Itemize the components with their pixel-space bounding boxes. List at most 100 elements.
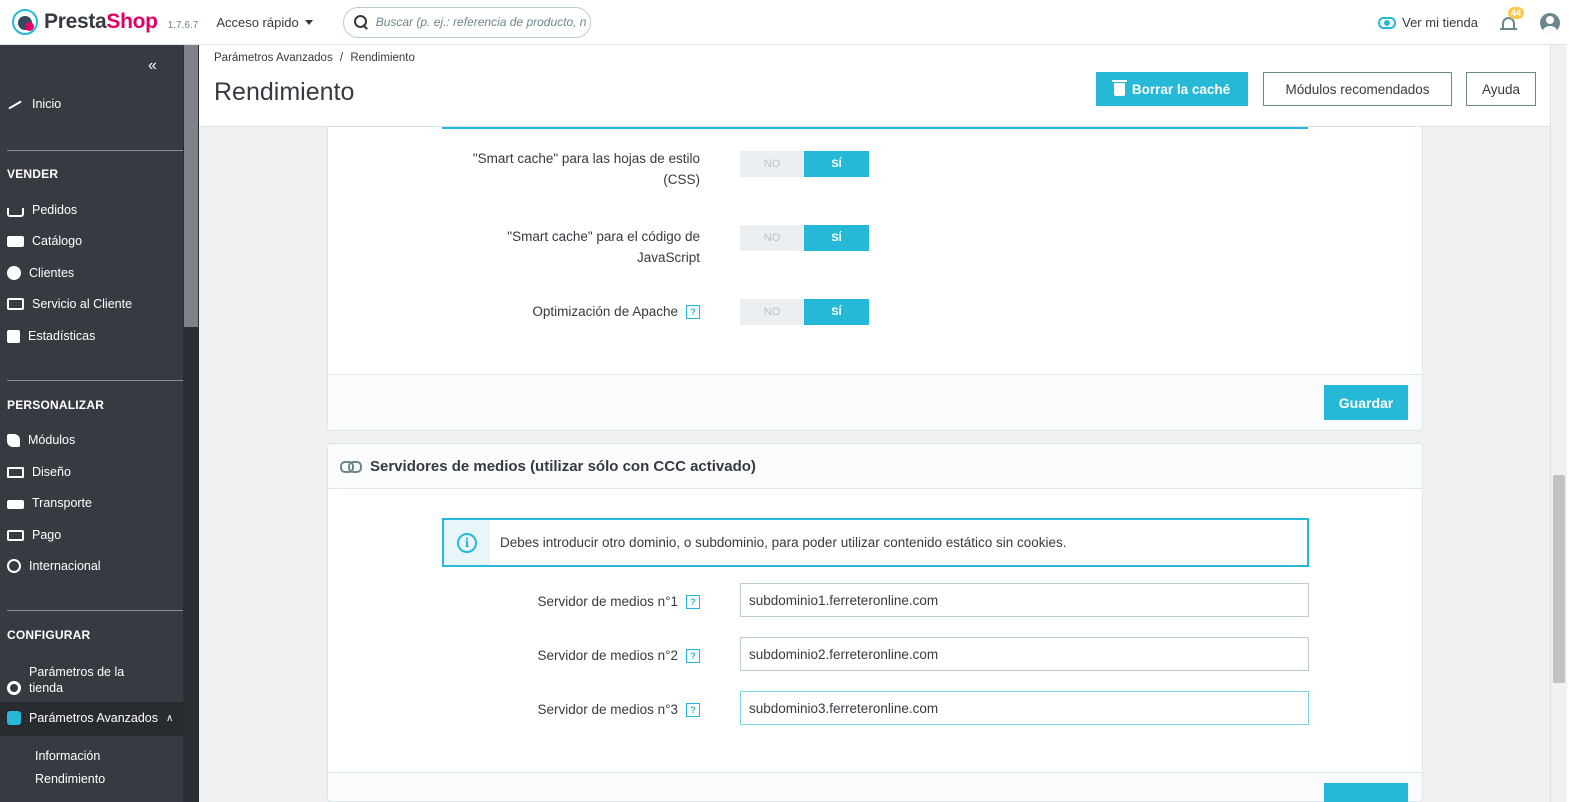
monitor-icon [7, 466, 24, 478]
trending-up-icon [7, 97, 24, 111]
page-title: Rendimiento [214, 78, 355, 106]
media-servers-title: Servidores de medios (utilizar sólo con … [370, 457, 756, 475]
sidebar-item-advanced-parameters[interactable]: Parámetros Avanzados ∧ [7, 711, 183, 725]
prestashop-logo[interactable]: PrestaShop [12, 9, 158, 35]
eye-icon [1378, 16, 1397, 29]
divider [7, 610, 183, 611]
alert-icon-area: i [444, 520, 490, 565]
media-server-3-input[interactable] [740, 691, 1309, 725]
advanced-settings-icon [7, 711, 21, 725]
sidebar-item-design[interactable]: Diseño [7, 465, 71, 479]
apache-optimization-label: Optimización de Apache? [400, 301, 700, 322]
media-server-2-label: Servidor de medios n°2? [400, 645, 700, 666]
user-avatar-icon[interactable] [1540, 12, 1560, 33]
globe-icon [7, 559, 21, 573]
sidebar-item-shop-parameters[interactable]: Parámetros de la tienda [7, 664, 137, 696]
media-servers-panel-header: Servidores de medios (utilizar sólo con … [328, 444, 1422, 489]
window-edge [1567, 0, 1592, 802]
search-icon [353, 15, 368, 29]
switch-no-option[interactable]: NO [740, 225, 804, 251]
page-scrollbar[interactable] [1550, 45, 1567, 802]
save-button-partial[interactable] [1324, 783, 1408, 802]
chat-icon [7, 298, 24, 310]
section-title-sell: VENDER [7, 167, 59, 181]
section-title-customize: PERSONALIZAR [7, 398, 105, 412]
prestashop-logo-icon [12, 9, 38, 35]
help-question-icon[interactable]: ? [686, 305, 700, 320]
media-server-1-input[interactable] [740, 583, 1309, 617]
account-circle-icon [7, 266, 21, 280]
gear-icon [7, 681, 21, 695]
switch-yes-option[interactable]: SÍ [804, 299, 869, 325]
notifications-button[interactable]: 44 [1500, 6, 1525, 33]
link-icon [340, 461, 362, 473]
smart-cache-js-switch[interactable]: NO SÍ [740, 225, 869, 251]
help-question-icon[interactable]: ? [686, 703, 700, 718]
help-button[interactable]: Ayuda [1466, 72, 1536, 106]
help-question-icon[interactable]: ? [686, 595, 700, 610]
switch-yes-option[interactable]: SÍ [804, 151, 869, 177]
search-box[interactable] [342, 6, 591, 38]
sidebar-subitem-information[interactable]: Información [35, 749, 100, 763]
smart-cache-css-label: "Smart cache" para las hojas de estilo (… [472, 151, 700, 187]
sidebar-item-customers[interactable]: Clientes [7, 266, 74, 280]
sidebar-scroll-thumb[interactable] [184, 45, 198, 327]
media-server-3-label: Servidor de medios n°3? [400, 699, 700, 720]
sidebar-item-home[interactable]: Inicio [7, 97, 61, 111]
sidebar-item-payment[interactable]: Pago [7, 528, 61, 542]
content-area: "Smart cache" para las hojas de estilo (… [199, 117, 1550, 802]
media-server-1-label: Servidor de medios n°1? [400, 591, 700, 612]
section-title-configure: CONFIGURAR [7, 628, 91, 642]
sidebar-item-international[interactable]: Internacional [7, 559, 101, 573]
sidebar-item-modules[interactable]: Módulos [7, 433, 75, 447]
breadcrumb-current: Rendimiento [350, 52, 415, 64]
store-icon [7, 235, 24, 247]
switch-yes-option[interactable]: SÍ [804, 225, 869, 251]
sidebar-subitem-performance[interactable]: Rendimiento [35, 772, 105, 786]
ccc-panel-footer: Guardar [328, 374, 1422, 430]
truck-icon [7, 499, 24, 509]
ccc-panel: "Smart cache" para las hojas de estilo (… [327, 117, 1423, 431]
sidebar-item-catalog[interactable]: Catálogo [7, 234, 82, 248]
breadcrumb-parent[interactable]: Parámetros Avanzados [214, 52, 333, 64]
media-server-2-input[interactable] [740, 637, 1309, 671]
version-label: 1.7.6.7 [167, 19, 199, 31]
quick-access-dropdown[interactable]: Acceso rápido [216, 14, 313, 30]
smart-cache-js-label: "Smart cache" para el código de JavaScri… [507, 229, 700, 265]
chevron-down-icon [304, 19, 313, 25]
view-store-label: Ver mi tienda [1402, 15, 1478, 30]
divider [7, 150, 183, 151]
main-content: Parámetros Avanzados / Rendimiento Rendi… [199, 45, 1550, 802]
search-input[interactable] [375, 15, 586, 29]
smart-cache-css-switch[interactable]: NO SÍ [740, 151, 869, 177]
sidebar-scrollbar[interactable] [183, 45, 199, 802]
clear-cache-button[interactable]: Borrar la caché [1096, 72, 1248, 106]
breadcrumb-separator: / [339, 52, 344, 64]
media-servers-panel: Servidores de medios (utilizar sólo con … [327, 443, 1423, 783]
save-button[interactable]: Guardar [1324, 385, 1408, 420]
sidebar-item-customer-service[interactable]: Servicio al Cliente [7, 297, 132, 311]
puzzle-icon [7, 433, 20, 447]
sidebar-item-stats[interactable]: Estadísticas [7, 329, 95, 343]
credit-card-icon [7, 529, 24, 541]
logo-text: PrestaShop [44, 10, 158, 33]
page-header: Parámetros Avanzados / Rendimiento Rendi… [199, 45, 1550, 127]
trash-icon [1111, 79, 1127, 96]
switch-no-option[interactable]: NO [740, 151, 804, 177]
collapse-sidebar-icon[interactable]: « [148, 57, 157, 75]
view-store-link[interactable]: Ver mi tienda [1378, 15, 1478, 30]
apache-optimization-switch[interactable]: NO SÍ [740, 299, 869, 325]
basket-icon [7, 207, 24, 217]
page-scroll-thumb[interactable] [1553, 475, 1565, 683]
breadcrumb: Parámetros Avanzados / Rendimiento [214, 52, 415, 64]
media-servers-panel-footer [327, 772, 1423, 802]
sidebar: « Inicio VENDER Pedidos Catálogo Cliente… [0, 45, 199, 802]
sidebar-item-shipping[interactable]: Transporte [7, 496, 92, 510]
quick-access-label: Acceso rápido [216, 14, 299, 30]
top-header: PrestaShop 1.7.6.7 Acceso rápido Ver mi … [0, 0, 1592, 45]
recommended-modules-button[interactable]: Módulos recomendados [1263, 72, 1452, 106]
switch-no-option[interactable]: NO [740, 299, 804, 325]
help-question-icon[interactable]: ? [686, 649, 700, 664]
ccc-panel-top-border [442, 127, 1308, 129]
sidebar-item-orders[interactable]: Pedidos [7, 203, 77, 217]
